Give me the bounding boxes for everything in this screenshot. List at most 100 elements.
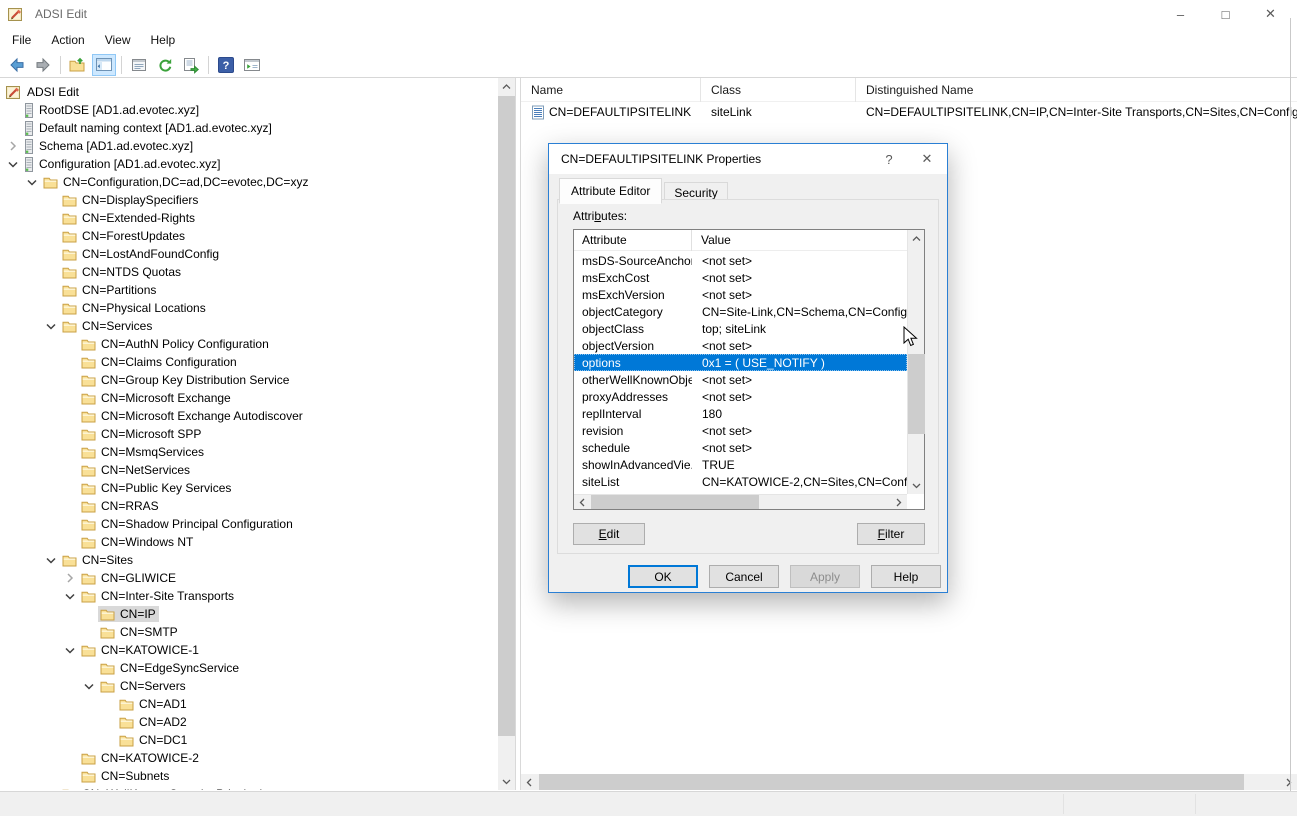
tree-item-cn-wellknown-security-principals[interactable]: CN=WellKnown Security Principals (0, 785, 498, 790)
close-icon[interactable]: ✕ (1248, 0, 1293, 28)
tree-item-cn-microsoft-spp[interactable]: CN=Microsoft SPP (0, 425, 498, 443)
chevron-down-icon[interactable] (23, 174, 41, 190)
column-header-class[interactable]: Class (701, 78, 856, 102)
help-button[interactable]: Help (871, 565, 941, 588)
tree-item-cn-forestupdates[interactable]: CN=ForestUpdates (0, 227, 498, 245)
attribute-row-schedule[interactable]: schedule<not set> (574, 439, 907, 456)
chevron-right-icon[interactable] (61, 570, 79, 586)
chevron-down-icon[interactable] (42, 318, 60, 334)
cancel-button[interactable]: Cancel (709, 565, 779, 588)
tree-item-cn-netservices[interactable]: CN=NetServices (0, 461, 498, 479)
tree-item-cn-katowice-1[interactable]: CN=KATOWICE-1 (0, 641, 498, 659)
scroll-right-icon[interactable] (890, 495, 907, 509)
list-scroll-thumb[interactable] (539, 774, 1244, 790)
tree-item-configuration-ad1-ad-evotec-xyz-[interactable]: Configuration [AD1.ad.evotec.xyz] (0, 155, 498, 173)
tree-item-cn-microsoft-exchange-autodiscover[interactable]: CN=Microsoft Exchange Autodiscover (0, 407, 498, 425)
attribute-row-objectclass[interactable]: objectClasstop; siteLink (574, 320, 907, 337)
tree-item-cn-gliwice[interactable]: CN=GLIWICE (0, 569, 498, 587)
dialog-close-icon[interactable]: ✕ (911, 144, 943, 174)
tree-item-cn-servers[interactable]: CN=Servers (0, 677, 498, 695)
tree-item-schema-ad1-ad-evotec-xyz-[interactable]: Schema [AD1.ad.evotec.xyz] (0, 137, 498, 155)
tree-scroll-thumb[interactable] (498, 96, 515, 736)
attribute-row-sitelist[interactable]: siteListCN=KATOWICE-2,CN=Sites,CN=Config… (574, 473, 907, 490)
chevron-down-icon[interactable] (80, 678, 98, 694)
menu-view[interactable]: View (95, 30, 141, 50)
attribute-row-revision[interactable]: revision<not set> (574, 422, 907, 439)
attribute-row-proxyaddresses[interactable]: proxyAddresses<not set> (574, 388, 907, 405)
tree-item-cn-displayspecifiers[interactable]: CN=DisplaySpecifiers (0, 191, 498, 209)
tree-item-cn-ip[interactable]: CN=IP (0, 605, 498, 623)
tree-item-cn-subnets[interactable]: CN=Subnets (0, 767, 498, 785)
maximize-icon[interactable]: □ (1203, 0, 1248, 28)
tree-item-adsi-edit[interactable]: ADSI Edit (0, 83, 498, 101)
tree-item-cn-partitions[interactable]: CN=Partitions (0, 281, 498, 299)
attribute-row-msexchversion[interactable]: msExchVersion<not set> (574, 286, 907, 303)
menu-file[interactable]: File (2, 30, 41, 50)
edit-button[interactable]: Edit (573, 523, 645, 545)
export-list-icon[interactable] (179, 54, 203, 76)
filter-button[interactable]: Filter (857, 523, 925, 545)
tree-item-rootdse-ad1-ad-evotec-xyz-[interactable]: RootDSE [AD1.ad.evotec.xyz] (0, 101, 498, 119)
refresh-icon[interactable] (153, 54, 177, 76)
help-icon[interactable]: ? (214, 54, 238, 76)
tree-item-cn-configuration-dc-ad-dc-evotec-dc-xyz[interactable]: CN=Configuration,DC=ad,DC=evotec,DC=xyz (0, 173, 498, 191)
tree-item-cn-lostandfoundconfig[interactable]: CN=LostAndFoundConfig (0, 245, 498, 263)
tree-item-cn-ntds-quotas[interactable]: CN=NTDS Quotas (0, 263, 498, 281)
attributes-vertical-scrollbar[interactable] (907, 230, 924, 494)
chevron-right-icon[interactable] (4, 138, 22, 154)
chevron-down-icon[interactable] (4, 156, 22, 172)
chevron-down-icon[interactable] (61, 642, 79, 658)
attribute-row-msexchcost[interactable]: msExchCost<not set> (574, 269, 907, 286)
menu-help[interactable]: Help (141, 30, 186, 50)
show-console-tree-icon[interactable] (92, 54, 116, 76)
new-window-icon[interactable] (240, 54, 264, 76)
attributes-scroll-thumb[interactable] (908, 354, 925, 434)
attribute-row-options[interactable]: options0x1 = ( USE_NOTIFY ) (574, 354, 907, 371)
scroll-up-icon[interactable] (908, 230, 925, 247)
column-header-attribute[interactable]: Attribute (574, 230, 692, 251)
tree-item-cn-extended-rights[interactable]: CN=Extended-Rights (0, 209, 498, 227)
list-item-defaultipsitelink[interactable]: CN=DEFAULTIPSITELINK siteLink CN=DEFAULT… (521, 102, 1297, 122)
attribute-row-showinadvancedvie-[interactable]: showInAdvancedVie...TRUE (574, 456, 907, 473)
tree-item-cn-dc1[interactable]: CN=DC1 (0, 731, 498, 749)
tree-vertical-scrollbar[interactable] (498, 78, 515, 790)
tree-item-cn-windows-nt[interactable]: CN=Windows NT (0, 533, 498, 551)
column-header-dn[interactable]: Distinguished Name (856, 78, 1297, 102)
tree-item-cn-katowice-2[interactable]: CN=KATOWICE-2 (0, 749, 498, 767)
ok-button[interactable]: OK (628, 565, 698, 588)
scroll-down-icon[interactable] (498, 773, 515, 790)
tree-item-cn-ad2[interactable]: CN=AD2 (0, 713, 498, 731)
attribute-row-otherwellknownobje-[interactable]: otherWellKnownObje...<not set> (574, 371, 907, 388)
scroll-down-icon[interactable] (908, 477, 925, 494)
tree-item-cn-shadow-principal-configuration[interactable]: CN=Shadow Principal Configuration (0, 515, 498, 533)
tree-item-cn-rras[interactable]: CN=RRAS (0, 497, 498, 515)
tree-item-cn-edgesyncservice[interactable]: CN=EdgeSyncService (0, 659, 498, 677)
tree-item-cn-physical-locations[interactable]: CN=Physical Locations (0, 299, 498, 317)
list-horizontal-scrollbar[interactable] (521, 774, 1297, 790)
back-icon[interactable] (5, 54, 29, 76)
column-header-value[interactable]: Value (692, 233, 731, 247)
tree-item-cn-microsoft-exchange[interactable]: CN=Microsoft Exchange (0, 389, 498, 407)
chevron-down-icon[interactable] (42, 552, 60, 568)
tree-item-cn-sites[interactable]: CN=Sites (0, 551, 498, 569)
chevron-down-icon[interactable] (61, 588, 79, 604)
tree-item-cn-group-key-distribution-service[interactable]: CN=Group Key Distribution Service (0, 371, 498, 389)
tab-attribute-editor[interactable]: Attribute Editor (559, 178, 662, 204)
apply-button[interactable]: Apply (790, 565, 860, 588)
minimize-icon[interactable]: – (1158, 0, 1203, 28)
dialog-help-icon[interactable]: ? (873, 144, 905, 174)
tree-item-cn-ad1[interactable]: CN=AD1 (0, 695, 498, 713)
tree-item-cn-claims-configuration[interactable]: CN=Claims Configuration (0, 353, 498, 371)
up-one-level-icon[interactable] (66, 54, 90, 76)
forward-icon[interactable] (31, 54, 55, 76)
scroll-left-icon[interactable] (521, 774, 538, 790)
tree-item-cn-authn-policy-configuration[interactable]: CN=AuthN Policy Configuration (0, 335, 498, 353)
attribute-row-objectversion[interactable]: objectVersion<not set> (574, 337, 907, 354)
attribute-row-objectcategory[interactable]: objectCategoryCN=Site-Link,CN=Schema,CN=… (574, 303, 907, 320)
attributes-hscroll-thumb[interactable] (591, 495, 759, 509)
scroll-left-icon[interactable] (574, 495, 591, 509)
column-header-name[interactable]: Name (521, 78, 701, 102)
tree-item-default-naming-context-ad1-ad-evotec-xyz-[interactable]: Default naming context [AD1.ad.evotec.xy… (0, 119, 498, 137)
menu-action[interactable]: Action (41, 30, 94, 50)
tree-item-cn-inter-site-transports[interactable]: CN=Inter-Site Transports (0, 587, 498, 605)
